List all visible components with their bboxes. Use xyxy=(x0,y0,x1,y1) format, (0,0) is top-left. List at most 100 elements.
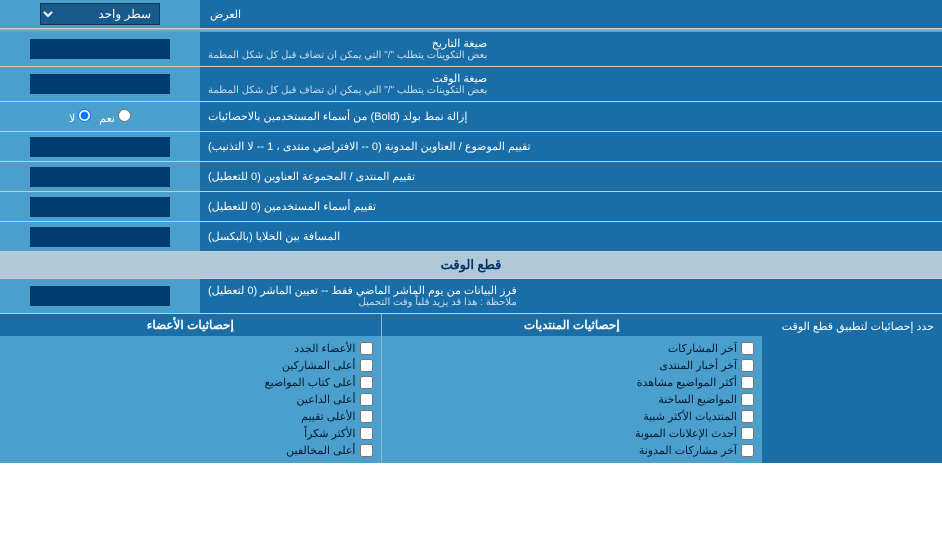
stats-members-header: إحصاثيات الأعضاء xyxy=(0,314,381,336)
forum-sort-input[interactable]: 33 xyxy=(30,167,170,187)
date-format-row: صيغة التاريخ بعض التكوينات يتطلب "/" الت… xyxy=(0,32,942,67)
cutoff-input[interactable]: 0 xyxy=(30,286,170,306)
stats-forums-items: آخر المشاركات آخر أخبار المنتدى أكثر الم… xyxy=(382,336,763,463)
stats-members-label-5: الأعلى تقييم xyxy=(301,410,355,423)
bold-no-radio[interactable] xyxy=(78,109,91,122)
time-format-row: صيغة الوقت بعض التكوينات يتطلب "/" التي … xyxy=(0,67,942,102)
stats-forums-label-3: أكثر المواضيع مشاهدة xyxy=(637,376,737,389)
cutoff-sublabel: ملاحظة : هذا قد يزيد قلباً وقت التحميل xyxy=(208,297,517,308)
user-sort-input-cell: 0 xyxy=(0,192,200,221)
bold-remove-radio-cell: نعم لا xyxy=(0,102,200,131)
stats-members-check-4[interactable] xyxy=(360,393,373,406)
stats-members-check-2[interactable] xyxy=(360,359,373,372)
cutoff-label-text: فرز البيانات من يوم الماشر الماضي فقط --… xyxy=(208,285,517,297)
forum-sort-label: تقييم المنتدى / المجموعة العناوين (0 للت… xyxy=(200,162,942,191)
date-format-label-text: صيغة التاريخ xyxy=(432,38,487,50)
bold-yes-radio[interactable] xyxy=(118,109,131,122)
date-format-input[interactable]: d-m xyxy=(30,39,170,59)
stats-members-item-5: الأعلى تقييم xyxy=(8,408,373,425)
stats-forums-label-4: المواضيع الساخنة xyxy=(658,393,737,406)
main-container: العرض سطر واحد سطرين ثلاثة أسطر صيغة الت… xyxy=(0,0,942,463)
stats-forums-item-7: آخر مشاركات المدونة xyxy=(390,442,755,459)
stats-forums-label-2: آخر أخبار المنتدى xyxy=(659,359,737,372)
stats-members-label-2: أعلى المشاركين xyxy=(282,359,356,372)
stats-members-items: الأعضاء الجدد أعلى المشاركين أعلى كتاب ا… xyxy=(0,336,381,463)
date-format-input-cell: d-m xyxy=(0,32,200,66)
stats-forums-panel: إحصاثيات المنتديات آخر المشاركات آخر أخب… xyxy=(381,314,763,463)
stats-members-item-6: الأكثر شكراً xyxy=(8,425,373,442)
user-sort-label: تقييم أسماء المستخدمين (0 للتعطيل) xyxy=(200,192,942,221)
display-label: العرض xyxy=(200,0,942,28)
stats-members-check-6[interactable] xyxy=(360,427,373,440)
stats-forums-item-3: أكثر المواضيع مشاهدة xyxy=(390,374,755,391)
stats-forums-item-2: آخر أخبار المنتدى xyxy=(390,357,755,374)
display-row: العرض سطر واحد سطرين ثلاثة أسطر xyxy=(0,0,942,29)
user-sort-label-text: تقييم أسماء المستخدمين (0 للتعطيل) xyxy=(208,200,376,213)
forum-sort-row: تقييم المنتدى / المجموعة العناوين (0 للت… xyxy=(0,162,942,192)
cutoff-input-cell: 0 xyxy=(0,279,200,313)
topic-sort-label: تقييم الموضوع / العناوين المدونة (0 -- ا… xyxy=(200,132,942,161)
stats-forums-label-7: آخر مشاركات المدونة xyxy=(639,444,737,457)
cell-spacing-label: المسافة بين الخلايا (بالبكسل) xyxy=(200,222,942,251)
bold-remove-row: إزالة نمط بولد (Bold) من أسماء المستخدمي… xyxy=(0,102,942,132)
bold-no-label[interactable]: لا xyxy=(69,109,91,125)
cutoff-section-row: قطع الوقت xyxy=(0,252,942,279)
stats-members-item-4: أعلى الداعين xyxy=(8,391,373,408)
stats-members-item-1: الأعضاء الجدد xyxy=(8,340,373,357)
forum-sort-label-text: تقييم المنتدى / المجموعة العناوين (0 للت… xyxy=(208,170,415,183)
stats-forums-check-1[interactable] xyxy=(741,342,754,355)
stats-forums-item-4: المواضيع الساخنة xyxy=(390,391,755,408)
forum-sort-input-cell: 33 xyxy=(0,162,200,191)
stats-forums-check-6[interactable] xyxy=(741,427,754,440)
stats-forums-item-6: أحدث الإعلانات المبوبة xyxy=(390,425,755,442)
cutoff-row: فرز البيانات من يوم الماشر الماضي فقط --… xyxy=(0,279,942,314)
cell-spacing-input[interactable]: 2 xyxy=(30,227,170,247)
stats-forums-check-5[interactable] xyxy=(741,410,754,423)
stats-members-item-7: أعلى المخالفين xyxy=(8,442,373,459)
stats-members-label-1: الأعضاء الجدد xyxy=(294,342,355,355)
time-format-label-text: صيغة الوقت xyxy=(432,73,487,85)
time-format-input-cell: H:i xyxy=(0,67,200,101)
date-format-sublabel: بعض التكوينات يتطلب "/" التي يمكن ان تضا… xyxy=(208,50,487,61)
stats-forums-check-4[interactable] xyxy=(741,393,754,406)
topic-sort-input[interactable]: 33 xyxy=(30,137,170,157)
stats-members-label-3: أعلى كتاب المواضيع xyxy=(265,376,356,389)
bold-yes-text: نعم xyxy=(99,113,115,125)
stats-members-label-7: أعلى المخالفين xyxy=(286,444,355,457)
stats-members-panel: إحصاثيات الأعضاء الأعضاء الجدد أعلى المش… xyxy=(0,314,381,463)
stats-forums-label-5: المنتديات الأكثر شبية xyxy=(643,410,737,423)
topic-sort-input-cell: 33 xyxy=(0,132,200,161)
stats-forums-check-2[interactable] xyxy=(741,359,754,372)
time-format-sublabel: بعض التكوينات يتطلب "/" التي يمكن ان تضا… xyxy=(208,85,487,96)
stats-members-label-6: الأكثر شكراً xyxy=(304,427,355,440)
display-label-text: العرض xyxy=(210,8,241,21)
stats-limit-label: حدد إحصائيات لتطبيق قطع الوقت xyxy=(782,321,934,333)
user-sort-input[interactable]: 0 xyxy=(30,197,170,217)
cutoff-header-text: قطع الوقت xyxy=(441,257,502,272)
topic-sort-row: تقييم الموضوع / العناوين المدونة (0 -- ا… xyxy=(0,132,942,162)
stats-members-check-1[interactable] xyxy=(360,342,373,355)
stats-members-check-5[interactable] xyxy=(360,410,373,423)
stats-forums-item-5: المنتديات الأكثر شبية xyxy=(390,408,755,425)
time-format-input[interactable]: H:i xyxy=(30,74,170,94)
bold-no-text: لا xyxy=(69,113,75,125)
cell-spacing-label-text: المسافة بين الخلايا (بالبكسل) xyxy=(208,230,340,243)
stats-members-check-3[interactable] xyxy=(360,376,373,389)
stats-limit-panel: حدد إحصائيات لتطبيق قطع الوقت xyxy=(762,314,942,463)
stats-members-item-3: أعلى كتاب المواضيع xyxy=(8,374,373,391)
cutoff-label: فرز البيانات من يوم الماشر الماضي فقط --… xyxy=(200,279,942,313)
display-select[interactable]: سطر واحد سطرين ثلاثة أسطر xyxy=(40,3,160,25)
stats-members-label-4: أعلى الداعين xyxy=(297,393,356,406)
stats-forums-check-3[interactable] xyxy=(741,376,754,389)
display-select-cell: سطر واحد سطرين ثلاثة أسطر xyxy=(0,0,200,28)
stats-forums-check-7[interactable] xyxy=(741,444,754,457)
cell-spacing-input-cell: 2 xyxy=(0,222,200,251)
stats-forums-header-text: إحصاثيات المنتديات xyxy=(524,318,620,332)
bold-remove-label-text: إزالة نمط بولد (Bold) من أسماء المستخدمي… xyxy=(208,110,467,123)
date-format-label: صيغة التاريخ بعض التكوينات يتطلب "/" الت… xyxy=(200,32,942,66)
stats-members-item-2: أعلى المشاركين xyxy=(8,357,373,374)
stats-members-check-7[interactable] xyxy=(360,444,373,457)
cell-spacing-row: المسافة بين الخلايا (بالبكسل) 2 xyxy=(0,222,942,252)
stats-forums-header: إحصاثيات المنتديات xyxy=(382,314,763,336)
bold-yes-label[interactable]: نعم xyxy=(99,109,131,125)
